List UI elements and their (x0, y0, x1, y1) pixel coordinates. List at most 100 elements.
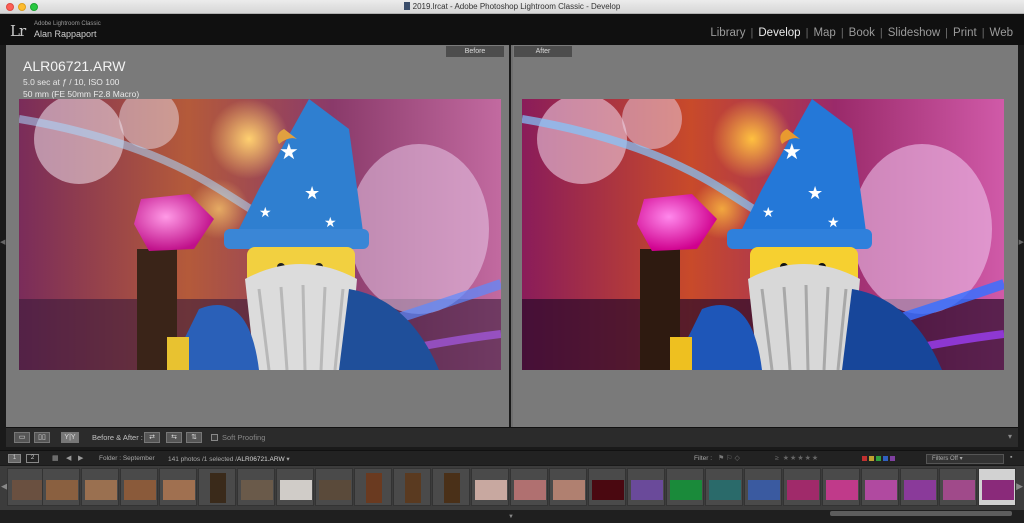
module-library[interactable]: Library (705, 27, 750, 39)
filmstrip-thumbnail[interactable] (471, 468, 509, 506)
main-window-button[interactable]: 1 (8, 454, 21, 463)
filmstrip-thumbnail[interactable] (237, 468, 275, 506)
filmstrip: ◀ ▶ (0, 466, 1024, 510)
soft-proofing-checkbox[interactable] (211, 434, 218, 441)
thumbnail-image (943, 480, 975, 500)
filmstrip-thumbnail[interactable] (7, 468, 45, 506)
filmstrip-thumbnail[interactable] (354, 468, 392, 506)
left-panel-toggle-icon[interactable]: ◀ (0, 238, 5, 246)
after-photo[interactable]: ★ ★ ★ ★ (522, 99, 1004, 370)
thumbnail-image (444, 473, 460, 503)
secondary-window-button[interactable]: 2 (26, 454, 39, 463)
thumbnail-image (553, 480, 585, 500)
right-panel-toggle-icon[interactable]: ▶ (1019, 238, 1024, 246)
filmstrip-thumbnail[interactable] (627, 468, 665, 506)
filmstrip-thumbnail[interactable] (42, 468, 80, 506)
thumbnail-image (865, 480, 897, 500)
thumbnail-image (670, 480, 702, 500)
back-arrow-icon[interactable]: ◀ (66, 454, 71, 462)
filmstrip-thumbnail[interactable] (198, 468, 236, 506)
loupe-view-button[interactable]: ▭ (14, 432, 30, 443)
svg-text:★: ★ (827, 215, 840, 231)
filmstrip-thumbnail[interactable] (861, 468, 899, 506)
filmstrip-thumbnail[interactable] (549, 468, 587, 506)
photo-count-text: 141 photos /1 selected / (168, 456, 238, 463)
user-name: Alan Rappaport (34, 29, 97, 39)
filmstrip-scrollbar-thumb[interactable] (830, 511, 1012, 516)
filmstrip-thumbnail[interactable] (939, 468, 977, 506)
filmstrip-thumbnail[interactable] (81, 468, 119, 506)
thumbnail-image (280, 480, 312, 500)
yellow-label-swatch[interactable] (869, 456, 874, 461)
thumbnail-image (904, 480, 936, 500)
color-label-filters[interactable] (862, 456, 895, 461)
photo-lens-info: 50 mm (FE 50mm F2.8 Macro) (23, 89, 140, 99)
svg-text:★: ★ (762, 205, 775, 221)
module-develop[interactable]: Develop (753, 27, 805, 39)
source-dropdown-icon[interactable]: ▾ (285, 456, 289, 463)
module-print[interactable]: Print (948, 27, 982, 39)
module-map[interactable]: Map (808, 27, 840, 39)
svg-text:★: ★ (279, 140, 299, 165)
filmstrip-scroll-right-icon[interactable]: ▶ (1016, 481, 1023, 492)
copy-before-to-after-button[interactable]: ⇄ (144, 432, 160, 443)
filmstrip-thumbnail[interactable] (393, 468, 431, 506)
filters-preset-dropdown[interactable]: Filters Off ▾ (926, 454, 1004, 464)
green-label-swatch[interactable] (876, 456, 881, 461)
module-picker: Library | Develop | Map | Book | Slidesh… (705, 27, 1018, 39)
filmstrip-thumbnail[interactable] (705, 468, 743, 506)
filmstrip-thumbnail[interactable] (822, 468, 860, 506)
soft-proofing-label: Soft Proofing (222, 433, 266, 442)
thumbnail-image (163, 480, 195, 500)
thumbnail-image (405, 473, 421, 503)
app-name: Adobe Lightroom Classic (34, 21, 101, 27)
filmstrip-thumbnail[interactable] (900, 468, 938, 506)
blue-label-swatch[interactable] (883, 456, 888, 461)
bottom-panel-toggle-icon[interactable]: ▼ (508, 514, 514, 520)
photo-filename: ALR06721.ARW (23, 58, 126, 74)
folder-source[interactable]: Folder : September (99, 455, 155, 462)
toolbar-menu-chevron-icon[interactable]: ▾ (1008, 432, 1012, 441)
filmstrip-thumbnail[interactable] (510, 468, 548, 506)
thumbnail-image (787, 480, 819, 500)
side-by-side-button[interactable]: ▯▯ (34, 432, 50, 443)
filmstrip-thumbnail[interactable] (432, 468, 470, 506)
wizard-photo-before: ★ ★ ★ ★ (19, 99, 501, 370)
filmstrip-thumbnail[interactable] (315, 468, 353, 506)
filmstrip-thumbnail[interactable] (744, 468, 782, 506)
develop-toolbar: ▭ ▯▯ Y|Y Before & After : ⇄ ⇆ ⇅ Soft Pro… (6, 427, 1018, 447)
filmstrip-thumbnail[interactable] (120, 468, 158, 506)
red-label-swatch[interactable] (862, 456, 867, 461)
module-book[interactable]: Book (844, 27, 880, 39)
svg-text:★: ★ (782, 140, 802, 165)
before-after-yy-button[interactable]: Y|Y (61, 432, 79, 443)
thumbnail-image (982, 480, 1014, 500)
after-pane[interactable]: After ★ ★ ★ ★ (513, 45, 1018, 427)
rating-filter-stars[interactable]: ≥ ★★★★★ (775, 454, 819, 462)
filmstrip-thumbnail[interactable] (159, 468, 197, 506)
filmstrip-thumbnail[interactable] (783, 468, 821, 506)
module-slideshow[interactable]: Slideshow (883, 27, 945, 39)
thumbnail-image (709, 480, 741, 500)
forward-arrow-icon[interactable]: ▶ (78, 454, 83, 462)
swap-before-after-button[interactable]: ⇅ (186, 432, 202, 443)
thumbnail-image (748, 480, 780, 500)
module-web[interactable]: Web (985, 27, 1018, 39)
filmstrip-thumbnail[interactable] (588, 468, 626, 506)
filter-lock-icon[interactable]: ▪ (1010, 454, 1012, 461)
wizard-photo-after: ★ ★ ★ ★ (522, 99, 1004, 370)
purple-label-swatch[interactable] (890, 456, 895, 461)
filmstrip-thumbnail[interactable] (666, 468, 704, 506)
window-title-text: 2019.lrcat - Adobe Photoshop Lightroom C… (412, 2, 621, 11)
before-after-label: Before & After : (92, 433, 143, 442)
filter-label: Filter : (694, 455, 713, 462)
filters-preset-value: Filters Off (932, 456, 958, 462)
copy-after-to-before-button[interactable]: ⇆ (166, 432, 182, 443)
filmstrip-thumbnail[interactable] (276, 468, 314, 506)
before-pane[interactable]: Before ★ ★ ★ ★ ALR06721.ARW 5.0 sec at ƒ… (6, 45, 511, 427)
grid-view-icon[interactable]: ▦ (52, 454, 59, 462)
filmstrip-thumbnail-selected[interactable] (978, 468, 1016, 506)
thumbnail-image (592, 480, 624, 500)
flag-filter-icons[interactable]: ⚑⚐◇ (718, 454, 742, 462)
before-photo[interactable]: ★ ★ ★ ★ (19, 99, 501, 370)
